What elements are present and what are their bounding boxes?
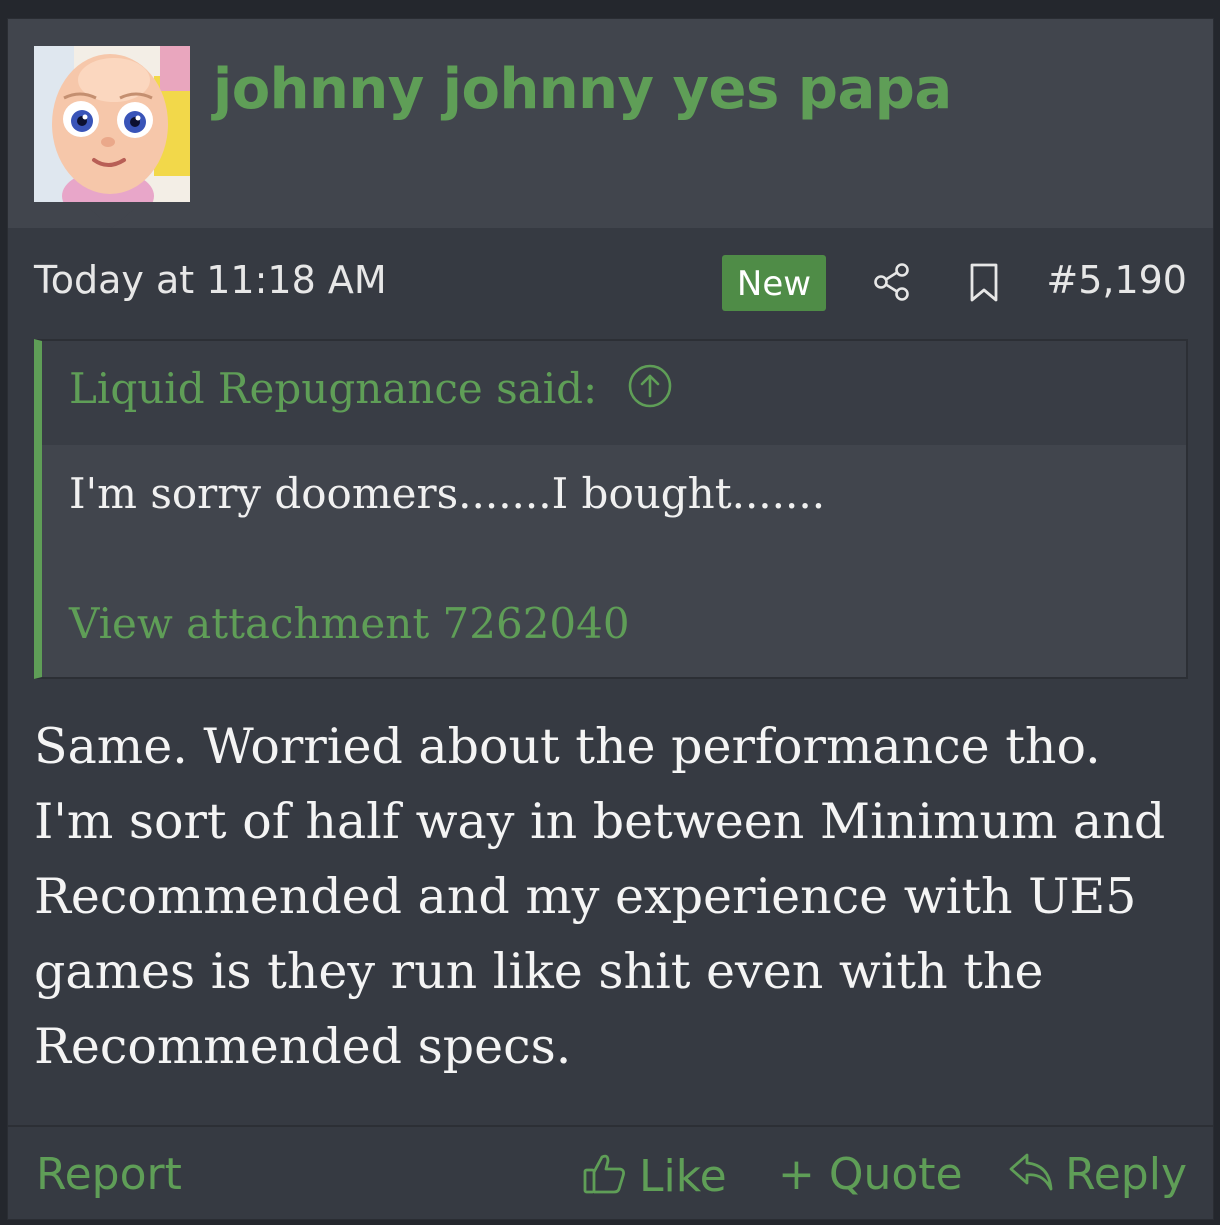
quote-block: Liquid Repugnance said: I'm sorry doomer…: [34, 339, 1188, 679]
report-button[interactable]: Report: [36, 1149, 182, 1200]
reply-button[interactable]: Reply: [1007, 1149, 1187, 1200]
view-attachment-link[interactable]: View attachment 7262040: [69, 599, 630, 648]
avatar[interactable]: [34, 46, 190, 202]
user-header: johnny johnny yes papa: [8, 19, 1213, 228]
quote-author: Liquid Repugnance said:: [69, 364, 598, 413]
reply-label: Reply: [1065, 1149, 1187, 1200]
reply-icon: [1009, 1153, 1053, 1191]
quote-author-link[interactable]: Liquid Repugnance said:: [69, 363, 673, 419]
quote-button[interactable]: + Quote: [778, 1149, 963, 1200]
forum-post: johnny johnny yes papa Today at 11:18 AM…: [7, 18, 1214, 1220]
thumbs-up-icon: [583, 1154, 625, 1194]
new-badge: New: [722, 255, 826, 311]
post-timestamp[interactable]: Today at 11:18 AM: [34, 258, 387, 302]
like-button[interactable]: Like: [581, 1149, 727, 1202]
avatar-pointer: [90, 209, 134, 228]
like-label: Like: [639, 1151, 727, 1202]
post-body: Same. Worried about the performance tho.…: [34, 718, 1166, 1075]
share-icon[interactable]: [872, 262, 912, 306]
post-number[interactable]: #5,190: [1046, 258, 1187, 302]
bookmark-icon[interactable]: [966, 262, 1002, 308]
quote-text: I'm sorry doomers.......I bought.......: [69, 469, 826, 518]
avatar-image: [34, 46, 190, 202]
arrow-up-circle-icon[interactable]: [627, 363, 673, 419]
username[interactable]: johnny johnny yes papa: [213, 57, 952, 122]
post-meta: Today at 11:18 AM New #5,190: [8, 244, 1213, 324]
post-actions: Report Like + Quote Reply: [8, 1125, 1213, 1223]
